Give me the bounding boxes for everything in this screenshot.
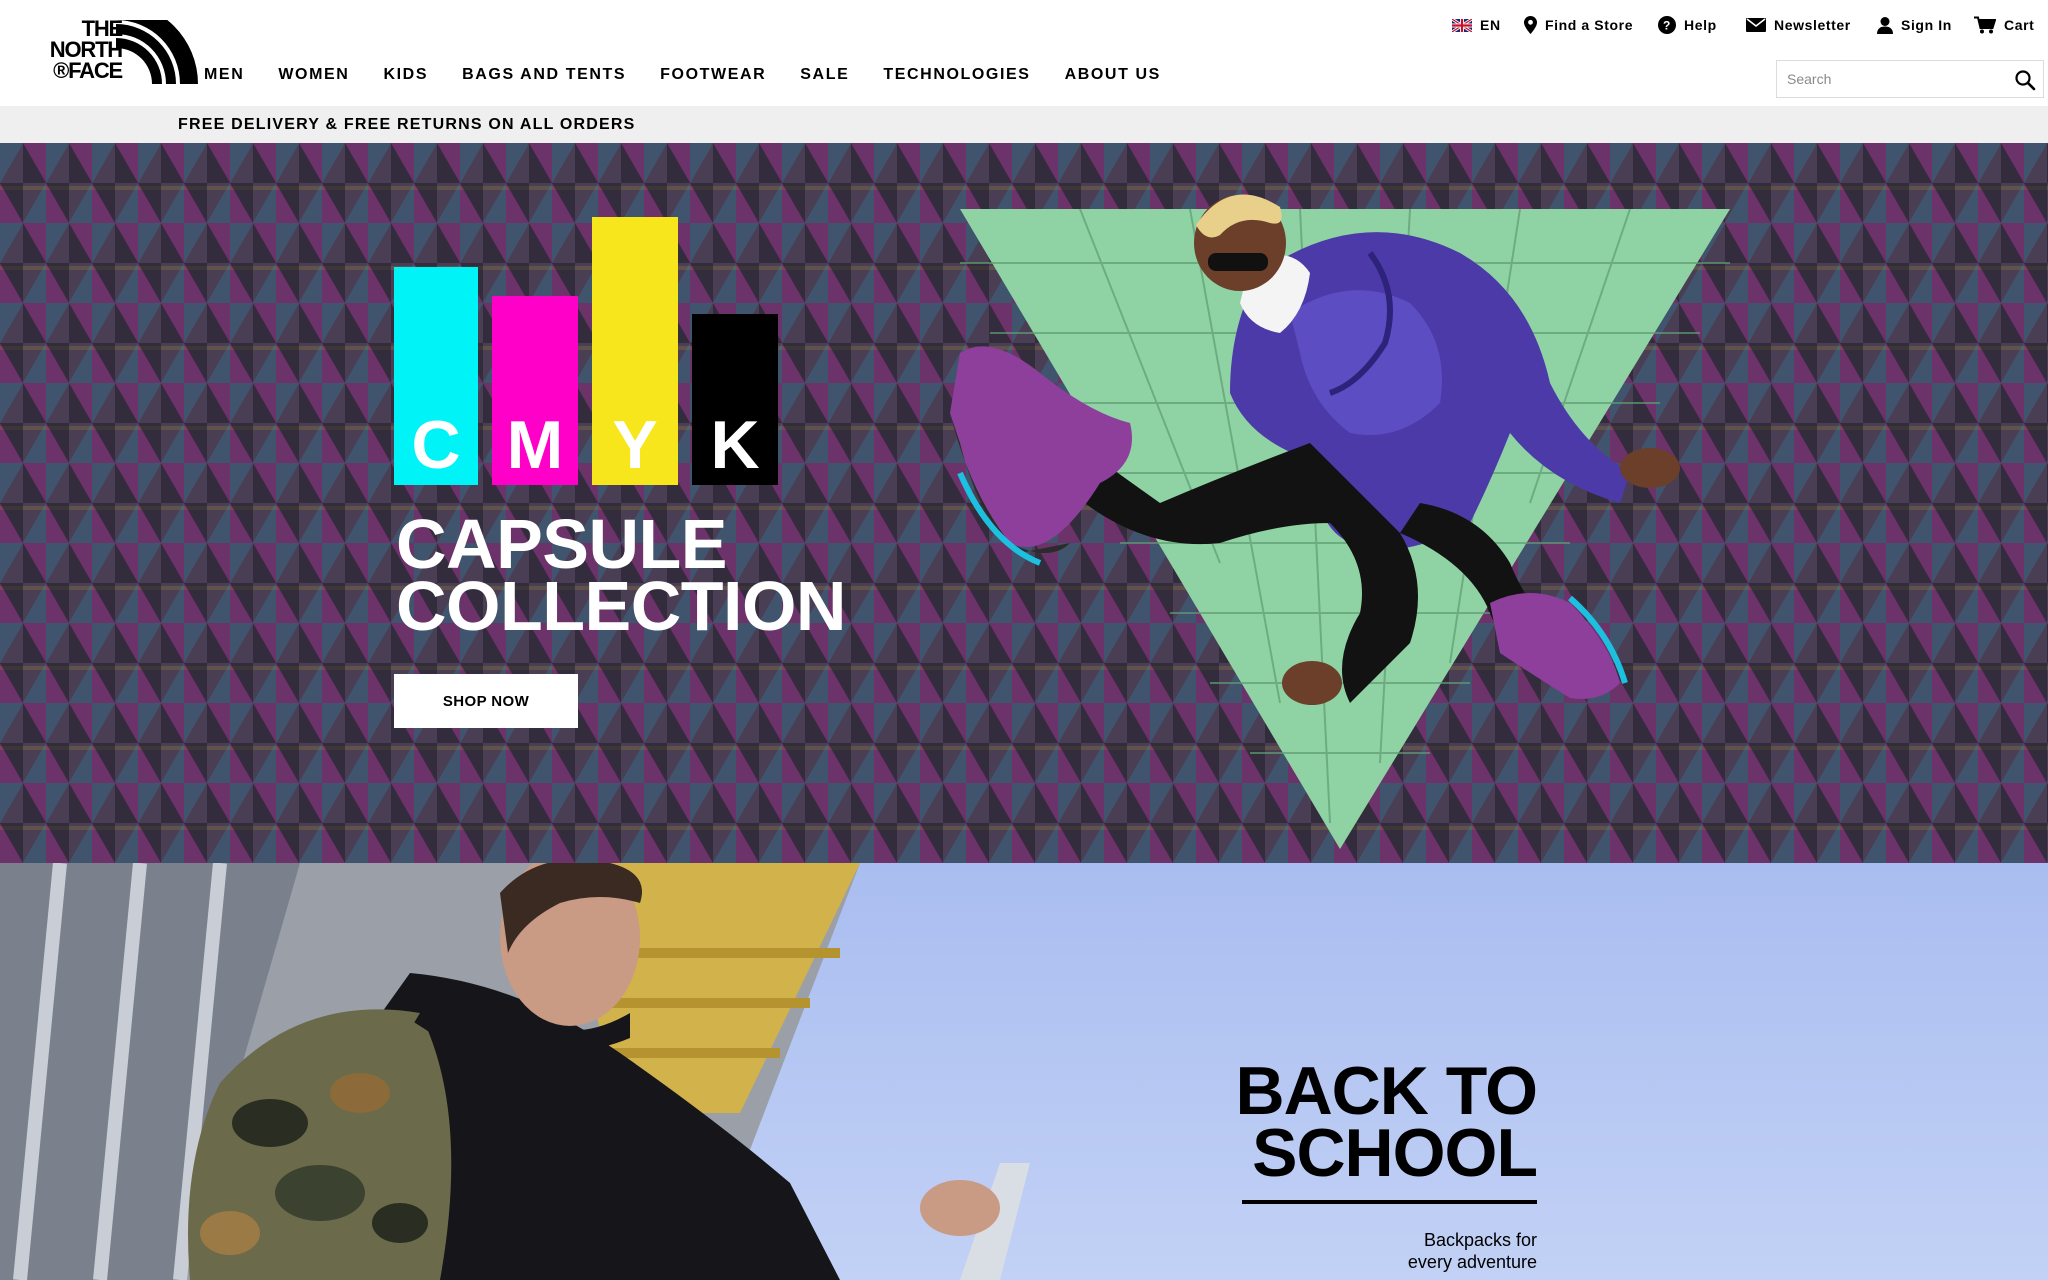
nav-item-kids[interactable]: KIDS: [383, 66, 428, 84]
find-store-label: Find a Store: [1545, 17, 1634, 33]
help-label: Help: [1684, 17, 1717, 33]
cmyk-bar-cyan: C: [394, 267, 478, 485]
subtitle-line-2: every adventure: [1407, 1252, 1537, 1272]
hero-title-line-2: COLLECTION: [396, 567, 846, 645]
sign-in-label: Sign In: [1901, 17, 1952, 33]
svg-text:?: ?: [1663, 19, 1671, 33]
promo-text: FREE DELIVERY & FREE RETURNS ON ALL ORDE…: [178, 116, 636, 133]
user-icon: [1877, 16, 1893, 34]
help-question-icon: ?: [1658, 16, 1676, 34]
cmyk-letter-y: Y: [612, 407, 658, 483]
backpack-model-photo[interactable]: [0, 863, 1100, 1280]
nav-item-technologies[interactable]: TECHNOLOGIES: [883, 66, 1030, 84]
promo-bar: FREE DELIVERY & FREE RETURNS ON ALL ORDE…: [0, 106, 2048, 143]
envelope-icon: [1746, 18, 1766, 32]
back-to-school-line-2: SCHOOL: [1252, 1115, 1538, 1191]
cmyk-letter-c: C: [411, 407, 461, 483]
hero-model-photo[interactable]: [930, 143, 1770, 863]
nav-item-footwear[interactable]: FOOTWEAR: [660, 66, 766, 84]
cmyk-letter-k: K: [710, 407, 760, 483]
title-underline: [1242, 1200, 1537, 1204]
uk-flag-icon: [1452, 18, 1472, 32]
site-header: THE NORTH ®FACE EN Find a Store ? Help N…: [0, 0, 2048, 106]
cart-label: Cart: [2004, 17, 2035, 33]
back-to-school-line-1: BACK TO: [1235, 1053, 1538, 1129]
nav-item-men[interactable]: MEN: [204, 66, 244, 84]
nav-item-bags-and-tents[interactable]: BAGS AND TENTS: [462, 66, 626, 84]
half-dome-icon: [116, 20, 198, 84]
brand-line-2: NORTH: [49, 37, 123, 62]
nav-item-women[interactable]: WOMEN: [278, 66, 349, 84]
cmyk-bar-magenta: M: [492, 296, 578, 485]
back-to-school-title: BACK TO SCHOOL: [1235, 1053, 1538, 1191]
location-pin-icon: [1524, 16, 1537, 34]
newsletter-link[interactable]: Newsletter: [1746, 14, 1851, 36]
main-nav: MEN WOMEN KIDS BAGS AND TENTS FOOTWEAR S…: [204, 66, 1195, 84]
hero-title-line-1: CAPSULE: [396, 505, 727, 583]
brand-logo[interactable]: THE NORTH ®FACE: [30, 16, 198, 88]
hero-title: CAPSULE COLLECTION: [396, 505, 846, 645]
sign-in-link[interactable]: Sign In: [1877, 14, 1952, 36]
cmyk-bar-yellow: Y: [592, 217, 678, 485]
cart-link[interactable]: Cart: [1974, 14, 2034, 36]
subtitle-line-1: Backpacks for: [1423, 1230, 1537, 1250]
search-icon[interactable]: [2013, 68, 2037, 92]
brand-line-1: THE: [81, 16, 124, 41]
cmyk-bars: C M Y K: [394, 217, 778, 485]
newsletter-label: Newsletter: [1774, 17, 1851, 33]
brand-line-3: ®FACE: [53, 58, 123, 83]
brand-wordmark: THE NORTH ®FACE: [30, 16, 124, 83]
language-selector[interactable]: EN: [1452, 14, 1501, 36]
find-store-link[interactable]: Find a Store: [1524, 14, 1633, 36]
hero-capsule-collection: C M Y K CAPSULE COLLECTION SHOP NOW: [0, 143, 2048, 863]
hero-back-to-school: BACK TO SCHOOL Backpacks for every adven…: [0, 863, 2048, 1280]
back-to-school-subtitle: Backpacks for every adventure: [1408, 1229, 1537, 1273]
shop-now-button[interactable]: SHOP NOW: [394, 674, 578, 728]
help-link[interactable]: ? Help: [1658, 14, 1717, 36]
search-input[interactable]: [1777, 61, 2003, 97]
nav-item-about-us[interactable]: ABOUT US: [1065, 66, 1161, 84]
cmyk-letter-m: M: [506, 407, 564, 483]
cart-icon: [1974, 16, 1996, 34]
nav-item-sale[interactable]: SALE: [800, 66, 849, 84]
search-box: [1776, 60, 2044, 98]
language-label: EN: [1480, 17, 1501, 33]
cmyk-bar-black: K: [692, 314, 778, 485]
